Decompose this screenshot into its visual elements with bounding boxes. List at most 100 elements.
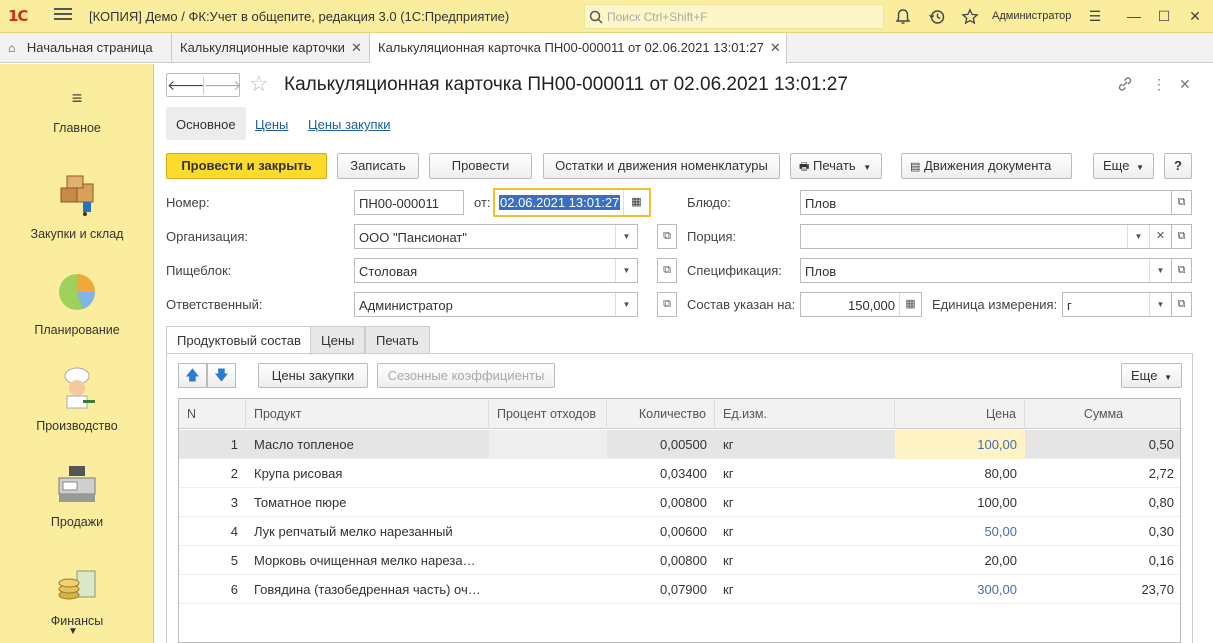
dropdown-icon[interactable]: ▼ bbox=[615, 293, 637, 316]
section-finance[interactable]: Финансы bbox=[0, 561, 154, 628]
dropdown-icon[interactable]: ▼ bbox=[1149, 259, 1171, 282]
dropdown-icon[interactable]: ▼ bbox=[615, 225, 637, 248]
dropdown-icon[interactable]: ▼ bbox=[1127, 225, 1149, 248]
help-button[interactable]: ? bbox=[1164, 153, 1192, 179]
cell-product[interactable]: Томатное пюре bbox=[246, 488, 489, 517]
form-tab-prices[interactable]: Цены bbox=[255, 107, 288, 140]
section-production[interactable]: Производство bbox=[0, 366, 154, 433]
cell-sum[interactable]: 0,16 bbox=[1025, 546, 1180, 575]
favorite-star-icon[interactable]: ☆ bbox=[249, 72, 269, 96]
table-row[interactable]: 3 Томатное пюре 0,00800 кг 100,00 0,80 bbox=[179, 488, 1180, 517]
cell-n[interactable]: 4 bbox=[179, 517, 246, 546]
minimize-icon[interactable]: — bbox=[1124, 6, 1144, 26]
col-price[interactable]: Цена bbox=[895, 399, 1025, 429]
close-window-icon[interactable]: ✕ bbox=[1185, 6, 1205, 26]
cell-uom[interactable]: кг bbox=[715, 546, 895, 575]
cell-qty[interactable]: 0,00500 bbox=[607, 430, 715, 459]
close-tab-icon[interactable]: ✕ bbox=[770, 40, 781, 55]
uom-field[interactable]: г ▼ bbox=[1062, 292, 1172, 317]
post-and-close-button[interactable]: Провести и закрыть bbox=[166, 153, 327, 179]
save-button[interactable]: Записать bbox=[337, 153, 419, 179]
kitchen-field[interactable]: Столовая ▼ bbox=[354, 258, 638, 283]
table-row[interactable]: 1 Масло топленое 0,00500 кг 100,00 0,50 bbox=[179, 430, 1180, 459]
subtab-prices[interactable]: Цены bbox=[310, 326, 366, 354]
responsible-field[interactable]: Администратор ▼ bbox=[354, 292, 638, 317]
open-organization-icon[interactable]: ⧉ bbox=[657, 224, 677, 249]
section-purchases[interactable]: Закупки и склад bbox=[0, 174, 154, 241]
dropdown-icon[interactable]: ▼ bbox=[1149, 293, 1171, 316]
cell-n[interactable]: 6 bbox=[179, 575, 246, 604]
cell-qty[interactable]: 0,00600 bbox=[607, 517, 715, 546]
bell-icon[interactable] bbox=[894, 8, 912, 26]
form-tab-buy-prices[interactable]: Цены закупки bbox=[308, 107, 391, 140]
tab-home[interactable]: ⌂ Начальная страница bbox=[0, 33, 172, 63]
section-sales[interactable]: Продажи bbox=[0, 462, 154, 529]
number-field[interactable]: ПН00-000011 bbox=[354, 190, 464, 215]
cell-price[interactable]: 100,00 bbox=[895, 488, 1025, 517]
cell-sum[interactable]: 0,50 bbox=[1025, 430, 1180, 459]
cell-price[interactable]: 20,00 bbox=[895, 546, 1025, 575]
cell-uom[interactable]: кг bbox=[715, 459, 895, 488]
calculator-icon[interactable]: ▦ bbox=[899, 293, 921, 316]
history-icon[interactable] bbox=[928, 8, 946, 26]
cell-sum[interactable]: 2,72 bbox=[1025, 459, 1180, 488]
cell-waste[interactable] bbox=[489, 546, 607, 575]
col-waste[interactable]: Процент отходов bbox=[489, 399, 607, 429]
cell-waste[interactable] bbox=[489, 575, 607, 604]
cell-waste[interactable] bbox=[489, 459, 607, 488]
scroll-down-icon[interactable]: ▼ bbox=[68, 626, 78, 637]
subtab-composition[interactable]: Продуктовый состав bbox=[166, 326, 312, 355]
table-row[interactable]: 6 Говядина (тазобедренная часть) оч… 0,079… bbox=[179, 575, 1180, 604]
cell-product[interactable]: Крупа рисовая bbox=[246, 459, 489, 488]
cell-uom[interactable]: кг bbox=[715, 517, 895, 546]
composition-field[interactable]: 150,000 ▦ bbox=[800, 292, 922, 317]
open-responsible-icon[interactable]: ⧉ bbox=[657, 292, 677, 317]
open-kitchen-icon[interactable]: ⧉ bbox=[657, 258, 677, 283]
search-input[interactable]: Поиск Ctrl+Shift+F bbox=[584, 4, 884, 29]
cell-n[interactable]: 3 bbox=[179, 488, 246, 517]
organization-field[interactable]: ООО "Пансионат" ▼ bbox=[354, 224, 638, 249]
open-dish-icon[interactable]: ⧉ bbox=[1172, 190, 1192, 215]
dish-field[interactable]: Плов bbox=[800, 190, 1172, 215]
cell-product[interactable]: Морковь очищенная мелко нареза… bbox=[246, 546, 489, 575]
open-portion-icon[interactable]: ⧉ bbox=[1172, 224, 1192, 249]
form-tab-main[interactable]: Основное bbox=[166, 107, 246, 140]
tab-calc-cards[interactable]: Калькуляционные карточки ✕ bbox=[172, 33, 370, 63]
cell-n[interactable]: 5 bbox=[179, 546, 246, 575]
settings-menu-icon[interactable]: ☰ bbox=[1085, 6, 1105, 26]
clear-icon[interactable]: ✕ bbox=[1149, 225, 1171, 248]
cell-sum[interactable]: 23,70 bbox=[1025, 575, 1180, 604]
table-row[interactable]: 5 Морковь очищенная мелко нареза… 0,00800 к… bbox=[179, 546, 1180, 575]
cell-n[interactable]: 1 bbox=[179, 430, 246, 459]
close-form-icon[interactable]: ✕ bbox=[1179, 76, 1191, 93]
calendar-icon[interactable]: ▦ bbox=[623, 190, 649, 215]
cell-waste[interactable] bbox=[489, 488, 607, 517]
main-menu-icon[interactable] bbox=[54, 5, 72, 23]
cell-qty[interactable]: 0,00800 bbox=[607, 546, 715, 575]
col-uom[interactable]: Ед.изм. bbox=[715, 399, 895, 429]
document-movements-button[interactable]: ▤ Движения документа bbox=[901, 153, 1072, 179]
buy-prices-button[interactable]: Цены закупки bbox=[258, 363, 368, 388]
maximize-icon[interactable]: ☐ bbox=[1154, 6, 1174, 26]
col-qty[interactable]: Количество bbox=[607, 399, 715, 429]
cell-qty[interactable]: 0,07900 bbox=[607, 575, 715, 604]
print-button[interactable]: 🖶 Печать ▼ bbox=[790, 153, 882, 179]
cell-price[interactable]: 80,00 bbox=[895, 459, 1025, 488]
cell-price[interactable]: 50,00 bbox=[895, 517, 1025, 546]
close-tab-icon[interactable]: ✕ bbox=[351, 40, 362, 55]
cell-sum[interactable]: 0,30 bbox=[1025, 517, 1180, 546]
cell-product[interactable]: Лук репчатый мелко нарезанный bbox=[246, 517, 489, 546]
post-button[interactable]: Провести bbox=[429, 153, 532, 179]
cell-qty[interactable]: 0,00800 bbox=[607, 488, 715, 517]
cell-waste[interactable] bbox=[489, 430, 607, 459]
dropdown-icon[interactable]: ▼ bbox=[615, 259, 637, 282]
specification-field[interactable]: Плов ▼ bbox=[800, 258, 1172, 283]
col-product[interactable]: Продукт bbox=[246, 399, 489, 429]
cell-product[interactable]: Говядина (тазобедренная часть) оч… bbox=[246, 575, 489, 604]
cell-waste[interactable] bbox=[489, 517, 607, 546]
col-n[interactable]: N bbox=[179, 399, 246, 429]
table-row[interactable]: 4 Лук репчатый мелко нарезанный 0,00600 кг 5… bbox=[179, 517, 1180, 546]
table-row[interactable]: 2 Крупа рисовая 0,03400 кг 80,00 2,72 bbox=[179, 459, 1180, 488]
more-actions-icon[interactable]: ⋮ bbox=[1152, 76, 1166, 93]
cell-uom[interactable]: кг bbox=[715, 488, 895, 517]
